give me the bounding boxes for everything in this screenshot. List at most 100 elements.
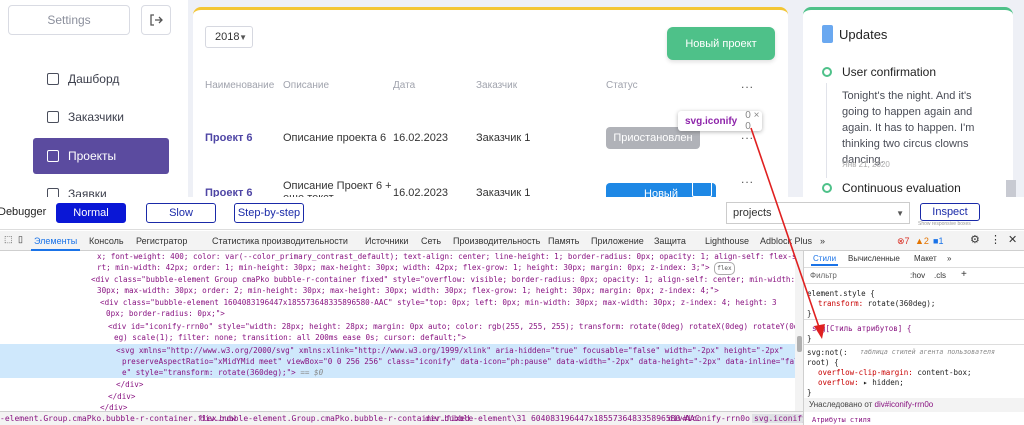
inherited-header: Унаследовано от div#iconify-rrn0o	[804, 398, 1024, 412]
more-menu-header[interactable]: ...	[741, 77, 754, 91]
tab-computed[interactable]: Вычисленные	[848, 254, 900, 263]
tab-elements[interactable]: Элементы	[30, 236, 81, 251]
update-body: Tonight's the night. And it's going to h…	[842, 90, 975, 166]
header-description: Описание	[283, 80, 330, 91]
device-toolbar-icon[interactable]: ▯	[18, 234, 23, 245]
tab-network[interactable]: Сеть	[421, 236, 441, 246]
breadcrumb-item[interactable]: svg.iconify	[752, 414, 803, 423]
gear-icon[interactable]: ⚙	[970, 233, 980, 246]
projects-card: 2018 ▼ Новый проект Наименование Описание…	[193, 7, 788, 197]
elements-scrollbar[interactable]	[795, 251, 803, 411]
styles-filter-input[interactable]: Фильтр	[810, 271, 837, 280]
element-style-selector: element.style {	[807, 289, 875, 298]
rule-close: }	[807, 309, 812, 318]
styles-filter-bar: Фильтр :hov .cls +	[804, 268, 1024, 284]
code-line[interactable]: 0px; border-radius: 0px;">	[106, 308, 225, 319]
timeline-dot	[822, 183, 832, 193]
style-property[interactable]: transform: rotate(360deg);	[818, 299, 935, 308]
tab-console[interactable]: Консоль	[89, 236, 124, 246]
code-line[interactable]: x; font-weight: 400; color: var(--color_…	[97, 251, 803, 262]
header-client: Заказчик	[476, 80, 518, 91]
info-count[interactable]: ■1	[933, 236, 943, 246]
styles-panel: Стили Вычисленные Макет » Фильтр :hov .c…	[803, 251, 1024, 425]
mode-slow-button[interactable]: Slow	[146, 203, 216, 223]
hover-state-toggle[interactable]: :hov	[910, 271, 925, 280]
more-tabs-icon[interactable]: »	[947, 254, 951, 263]
kebab-menu-icon[interactable]: ⋮	[990, 233, 1001, 246]
header-status: Статус	[606, 80, 638, 91]
warning-count[interactable]: ▲2	[915, 236, 929, 246]
inspect-element-icon[interactable]: ⬚	[4, 234, 13, 245]
style-property[interactable]: overflow: ▸ hidden;	[818, 378, 904, 387]
briefcase-icon	[47, 150, 59, 162]
updates-panel: Updates User confirmation Tonight's the …	[803, 7, 1013, 197]
add-icon[interactable]	[692, 181, 712, 197]
logout-icon	[150, 14, 163, 26]
code-line[interactable]: </div>	[116, 379, 143, 390]
code-line[interactable]: </div>	[100, 402, 127, 411]
code-line[interactable]: e" style="transform: rotate(360deg);"> =…	[122, 367, 323, 378]
tab-application[interactable]: Приложение	[591, 236, 644, 246]
breadcrumb-item[interactable]: div.bubble-element\31 604083196447x18557…	[425, 414, 700, 423]
project-name-link[interactable]: Проект 6	[205, 132, 253, 144]
rule-close: }	[807, 388, 812, 397]
debugger-bar: Debugger Normal Slow Step-by-step projec…	[0, 197, 1024, 230]
nav-item-clients[interactable]: Заказчики	[33, 99, 169, 135]
styles-tabbar: Стили Вычисленные Макет »	[804, 251, 1024, 268]
breadcrumb: -element.Group.cmaPko.bubble-r-container…	[0, 411, 803, 425]
code-line[interactable]: <div id="iconify-rrn0o" style="width: 28…	[108, 321, 798, 332]
tab-performance[interactable]: Производительность	[453, 236, 540, 246]
tab-security[interactable]: Защита	[654, 236, 686, 246]
code-line[interactable]: preserveAspectRatio="xMidYMid meet" view…	[122, 356, 803, 367]
nav-item-projects[interactable]: Проекты	[33, 138, 169, 174]
project-name-link[interactable]: Проект 6	[205, 187, 253, 197]
add-rule-icon[interactable]: +	[961, 269, 967, 280]
selected-marker: == $0	[300, 368, 324, 377]
tab-sources[interactable]: Источники	[365, 236, 408, 246]
code-line[interactable]: eg) scale(1); filter: none; transition: …	[114, 332, 466, 343]
code-line[interactable]: <div class="bubble-element 1604083196447…	[100, 297, 777, 308]
tab-styles[interactable]: Стили	[810, 254, 839, 266]
attribute-style-rule: svg[Стиль атрибутов] {	[812, 324, 912, 333]
tab-recorder[interactable]: Регистратор	[136, 236, 187, 246]
rule-close: }	[807, 334, 812, 343]
updates-title: Updates	[839, 27, 888, 42]
scrollbar-thumb[interactable]	[1006, 180, 1016, 197]
code-line[interactable]: <svg xmlns="http://www.w3.org/2000/svg" …	[116, 345, 784, 356]
update-heading: Continuous evaluation	[842, 181, 961, 195]
mode-normal-button[interactable]: Normal	[56, 203, 126, 223]
nav-item-requests[interactable]: Заявки	[33, 176, 169, 197]
tab-memory[interactable]: Память	[548, 236, 579, 246]
tab-performance-insights[interactable]: Статистика производительности	[212, 236, 348, 246]
nav-item-dashboard[interactable]: Дашборд	[33, 61, 169, 97]
new-project-button[interactable]: Новый проект	[667, 27, 775, 60]
error-count[interactable]: ⊗7	[897, 236, 910, 247]
inspect-button[interactable]: Inspect	[920, 203, 980, 221]
code-line[interactable]: 30px; max-width: 30px; order: 2; min-hei…	[97, 285, 719, 296]
tab-layout[interactable]: Макет	[914, 254, 937, 263]
element-search-input[interactable]: projects ▼	[726, 202, 910, 224]
inspect-tooltip: svg.iconify 0 × 0	[678, 110, 762, 132]
bookmark-icon	[822, 25, 833, 43]
row-more-menu[interactable]: ...	[741, 172, 754, 186]
style-property[interactable]: overflow-clip-margin: content-box;	[818, 368, 972, 377]
class-toggle[interactable]: .cls	[934, 271, 946, 280]
divider	[804, 319, 1024, 320]
scrollbar-thumb[interactable]	[797, 336, 802, 352]
elements-panel: x; font-weight: 400; color: var(--color_…	[0, 251, 803, 411]
code-line[interactable]: <div class="bubble-element Group cmaPko …	[91, 274, 795, 285]
mode-step-button[interactable]: Step-by-step	[234, 203, 304, 223]
more-tabs-icon[interactable]: »	[820, 236, 825, 246]
ua-selector-cont: root) {	[807, 358, 839, 367]
code-line[interactable]: </div>	[108, 391, 135, 402]
tab-lighthouse[interactable]: Lighthouse	[705, 236, 749, 246]
close-icon[interactable]: ✕	[1008, 233, 1017, 246]
year-select[interactable]: 2018 ▼	[205, 26, 253, 48]
header-name: Наименование	[205, 80, 275, 91]
logout-button[interactable]	[141, 5, 171, 35]
breadcrumb-item[interactable]: div#iconify-rrn0o	[668, 414, 750, 423]
ua-selector: svg:not(:	[807, 348, 848, 357]
tab-adblock[interactable]: Adblock Plus	[760, 236, 812, 246]
settings-button[interactable]: Settings	[8, 5, 130, 35]
update-heading: User confirmation	[842, 65, 937, 79]
